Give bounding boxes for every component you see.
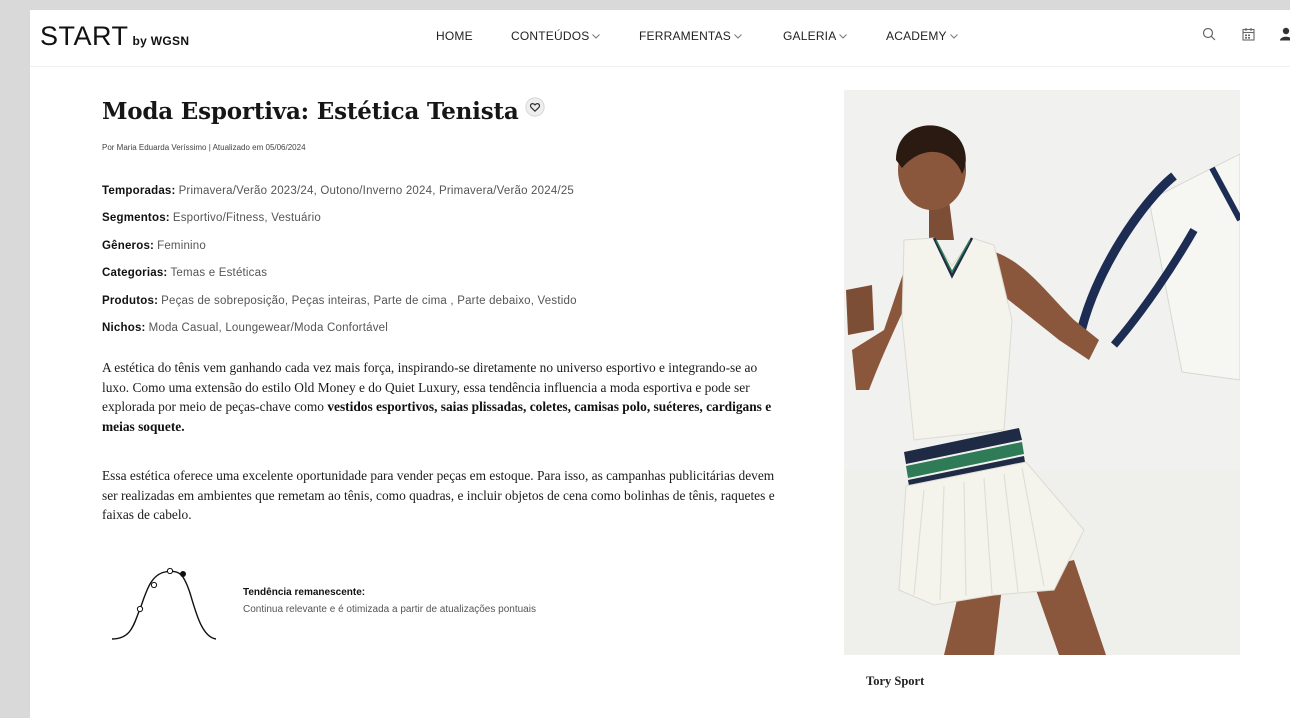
trend-status-title: Tendência remanescente: (243, 587, 366, 598)
meta-row-segmentos: Segmentos: Esportivo/Fitness, Vestuário (102, 212, 802, 239)
nav-item-galeria[interactable]: GALERIA (783, 29, 848, 43)
tennis-model-illustration (844, 90, 1240, 655)
chevron-down-icon (839, 34, 848, 39)
chevron-down-icon (592, 34, 601, 39)
trend-curve-icon (111, 567, 217, 640)
chevron-down-icon (949, 34, 958, 39)
site-logo[interactable]: START by WGSN (40, 21, 189, 52)
meta-row-produtos: Produtos: Peças de sobreposição, Peças in… (102, 295, 802, 322)
page-title: Moda Esportiva: Estética Tenista (102, 96, 545, 125)
meta-label: Nichos: (102, 321, 146, 334)
article-paragraph-1: A estética do tênis vem ganhando cada ve… (102, 358, 782, 436)
meta-row-generos: Gêneros: Feminino (102, 240, 802, 267)
meta-label: Gêneros: (102, 239, 155, 252)
nav-label: ACADEMY (886, 29, 947, 43)
logo-subtitle: by WGSN (132, 34, 190, 48)
nav-label: CONTEÚDOS (511, 29, 590, 43)
article-metadata: Temporadas: Primavera/Verão 2023/24, Outo… (102, 185, 802, 349)
account-button[interactable] (1280, 27, 1290, 46)
meta-value[interactable]: Esportivo/Fitness, Vestuário (173, 212, 321, 224)
article-paragraph-2: Essa estética oferece uma excelente opor… (102, 468, 775, 523)
title-text: Moda Esportiva: Estética Tenista (102, 98, 519, 125)
meta-row-nichos: Nichos: Moda Casual, Loungewear/Moda Conf… (102, 322, 802, 349)
nav-item-home[interactable]: HOME (436, 29, 473, 43)
calendar-icon (1242, 28, 1255, 41)
meta-row-categorias: Categorias: Temas e Estéticas (102, 267, 802, 294)
byline: Por Maria Eduarda Veríssimo | Atualizado… (102, 143, 306, 152)
meta-value[interactable]: Moda Casual, Loungewear/Moda Confortável (149, 322, 388, 334)
meta-label: Produtos: (102, 294, 159, 307)
nav-label: GALERIA (783, 29, 837, 43)
chevron-down-icon (734, 34, 742, 39)
meta-value[interactable]: Feminino (157, 240, 206, 252)
calendar-button[interactable] (1242, 27, 1255, 46)
meta-label: Segmentos: (102, 212, 170, 225)
meta-value[interactable]: Peças de sobreposição, Peças inteiras, P… (161, 295, 577, 307)
meta-row-temporadas: Temporadas: Primavera/Verão 2023/24, Outo… (102, 185, 802, 212)
favorite-button[interactable] (525, 96, 545, 123)
meta-label: Categorias: (102, 267, 168, 280)
article-photo (844, 90, 1240, 655)
top-navigation-bar: START by WGSN HOME CONTEÚDOS FERRAMENTAS … (30, 10, 1290, 67)
meta-value[interactable]: Primavera/Verão 2023/24, Outono/Inverno … (179, 185, 574, 197)
nav-item-academy[interactable]: ACADEMY (886, 29, 958, 43)
meta-value[interactable]: Temas e Estéticas (170, 267, 267, 279)
nav-item-ferramentas[interactable]: FERRAMENTAS (639, 29, 742, 43)
meta-label: Temporadas: (102, 185, 176, 197)
photo-caption: Tory Sport (866, 674, 925, 688)
trend-status-description: Continua relevante e é otimizada a parti… (243, 604, 536, 615)
user-icon (1280, 27, 1290, 41)
search-icon (1202, 27, 1216, 41)
nav-item-conteudos[interactable]: CONTEÚDOS (511, 29, 601, 43)
page: START by WGSN HOME CONTEÚDOS FERRAMENTAS … (30, 10, 1290, 718)
nav-label: FERRAMENTAS (639, 29, 731, 43)
nav-label: HOME (436, 29, 473, 43)
logo-wordmark: START (40, 21, 129, 51)
heart-icon (525, 97, 545, 117)
search-button[interactable] (1202, 27, 1216, 46)
